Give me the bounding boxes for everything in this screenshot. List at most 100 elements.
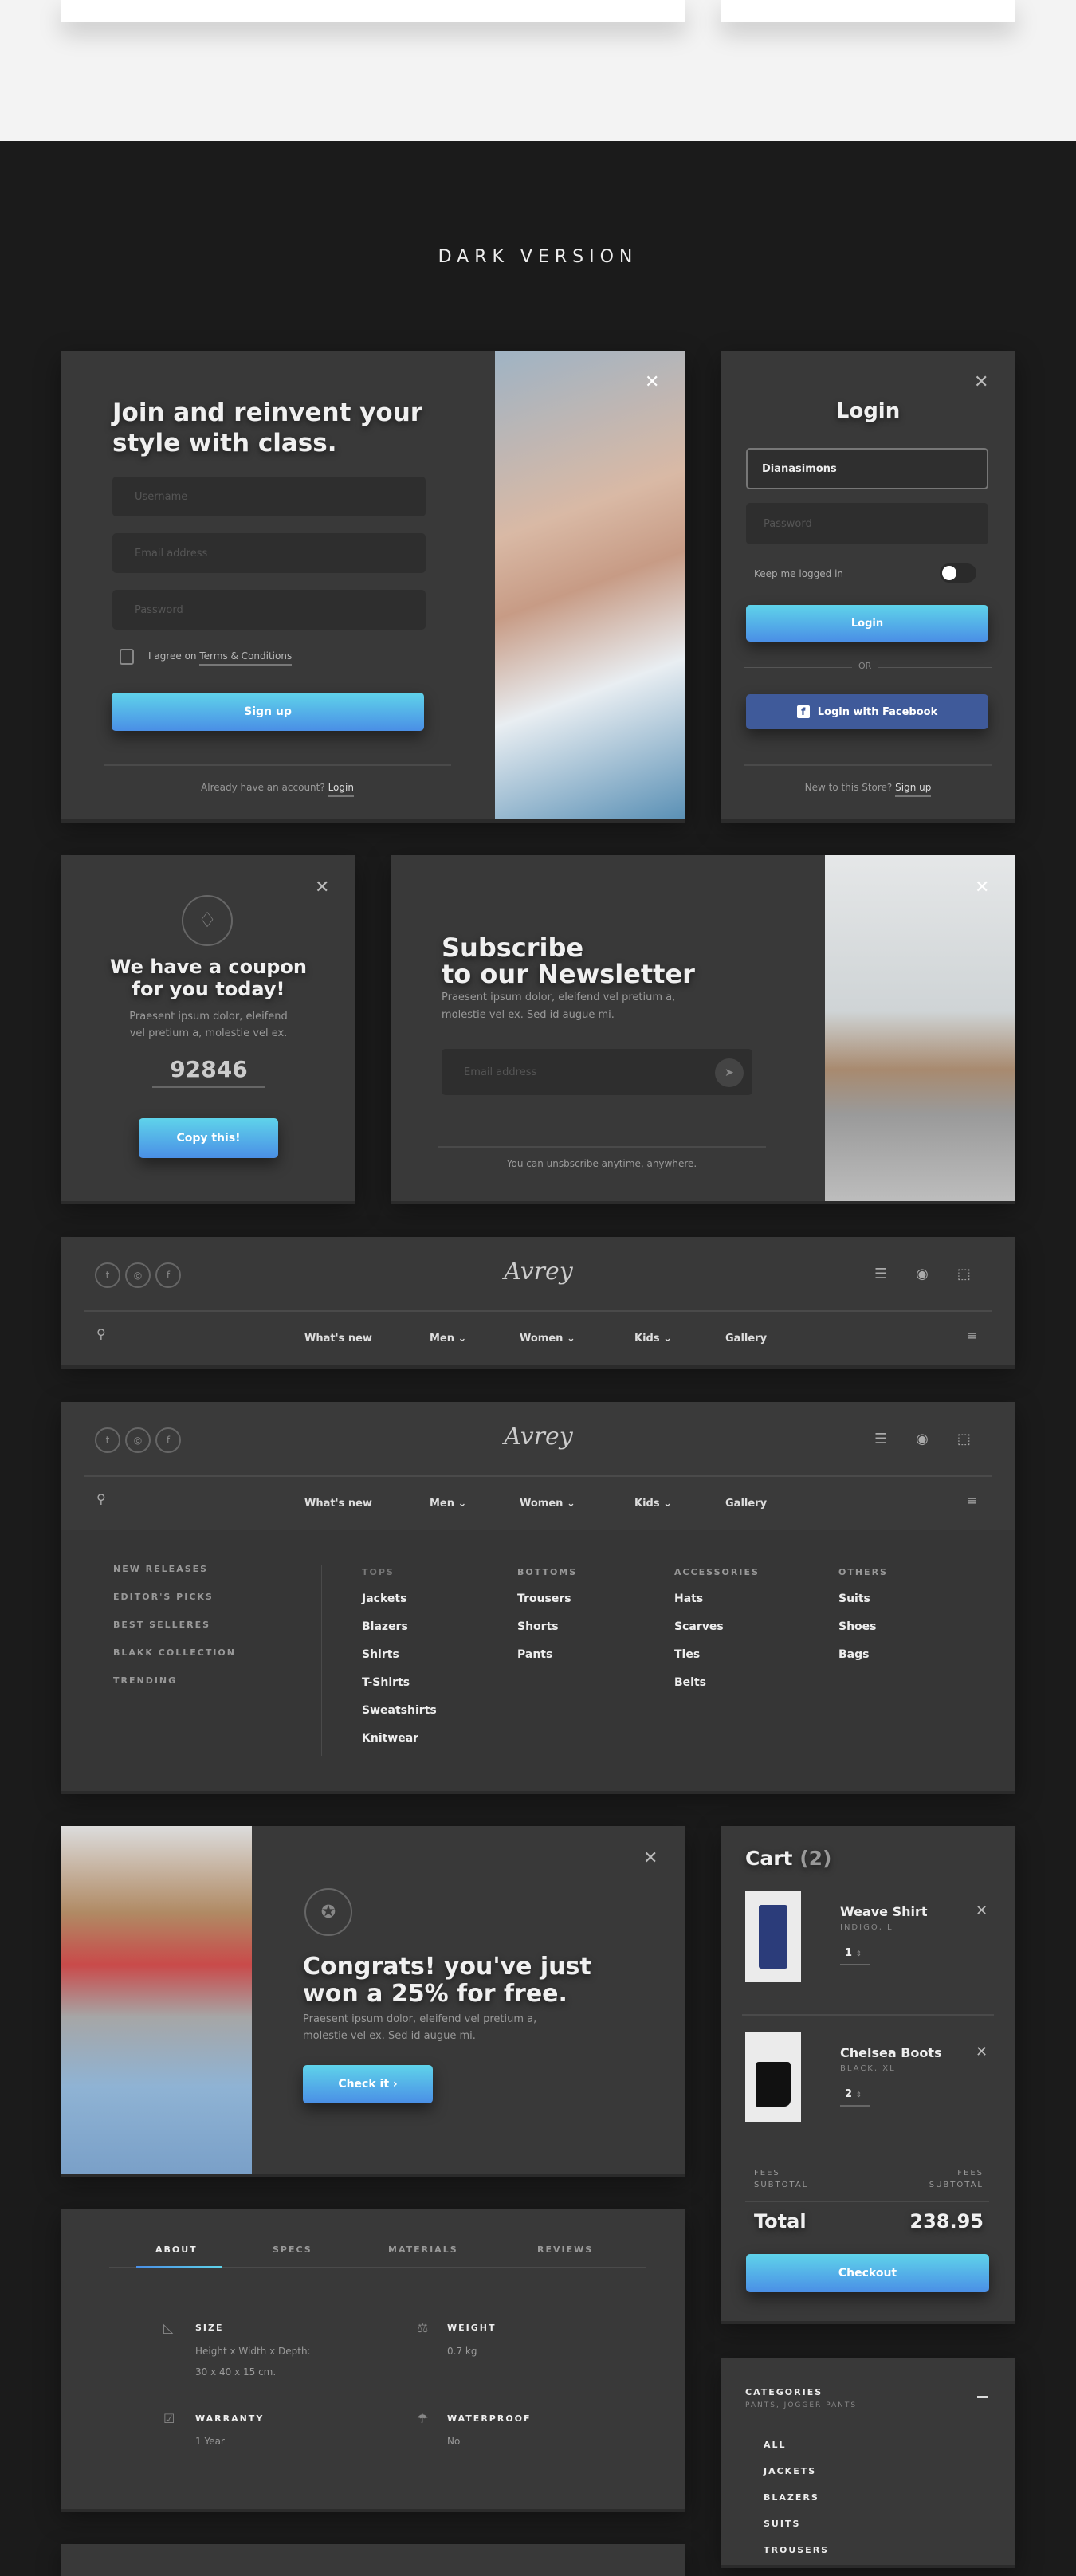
mega-link[interactable]: Bags [838, 1648, 869, 1661]
category-item[interactable]: TROUSERS [764, 2545, 829, 2555]
mega-link[interactable]: Knitwear [362, 1732, 418, 1745]
menu-icon[interactable]: ≡ [967, 1328, 977, 1343]
mega-link[interactable]: Hats [674, 1592, 703, 1605]
check-it-button[interactable]: Check it › [303, 2065, 433, 2103]
mega-link[interactable]: Ties [674, 1648, 700, 1661]
mega-side-link[interactable]: BLAKK COLLECTION [113, 1647, 236, 1658]
mega-link[interactable]: Trousers [517, 1592, 571, 1605]
mega-link[interactable]: Shirts [362, 1648, 399, 1661]
mega-side-link[interactable]: TRENDING [113, 1675, 177, 1686]
tab-reviews[interactable]: REVIEWS [537, 2244, 593, 2255]
spec-value: No [447, 2436, 461, 2447]
mega-link[interactable]: Pants [517, 1648, 552, 1661]
newsletter-email-input[interactable]: Email address [442, 1049, 752, 1095]
mega-link[interactable]: Blazers [362, 1620, 408, 1633]
mega-link[interactable]: Sweatshirts [362, 1704, 437, 1717]
wishlist-icon[interactable]: ☰ [874, 1266, 887, 1282]
nav-item-women[interactable]: Women ⌄ [520, 1498, 575, 1510]
mega-side-link[interactable]: BEST SELLERES [113, 1620, 210, 1630]
remove-item-icon[interactable]: ✕ [976, 1904, 988, 1918]
search-icon[interactable]: ⚲ [96, 1491, 106, 1506]
nav-item-kids[interactable]: Kids ⌄ [634, 1333, 672, 1345]
brand-logo[interactable]: Avrey [61, 1423, 1015, 1451]
nav-item-whats-new[interactable]: What's new [304, 1333, 372, 1345]
login-title: Login [835, 399, 901, 423]
close-icon[interactable]: ✕ [975, 879, 989, 897]
close-icon[interactable]: ✕ [974, 374, 988, 391]
tab-specs[interactable]: SPECS [273, 2244, 312, 2255]
congrats-title: Congrats! you've just won a 25% for free. [303, 1953, 591, 2008]
mega-link[interactable]: T-Shirts [362, 1676, 410, 1689]
signup-button[interactable]: Sign up [112, 693, 424, 731]
keep-logged-toggle[interactable] [940, 564, 976, 583]
nav-item-gallery[interactable]: Gallery [725, 1333, 767, 1345]
nav-item-kids[interactable]: Kids ⌄ [634, 1498, 672, 1510]
menu-icon[interactable]: ≡ [967, 1493, 977, 1508]
category-item[interactable]: BLAZERS [764, 2492, 819, 2503]
login-link[interactable]: Login [328, 782, 354, 797]
search-icon[interactable]: ⚲ [96, 1326, 106, 1341]
header-actions: ☰ ◉ ⬚ [874, 1266, 971, 1282]
username-input[interactable]: Dianasimons [746, 448, 988, 489]
quantity-stepper[interactable]: 1 ⇕ [840, 1947, 870, 1965]
mega-link[interactable]: Shorts [517, 1620, 559, 1633]
account-icon[interactable]: ◉ [916, 1431, 929, 1447]
password-input[interactable]: Password [112, 590, 426, 630]
terms-link[interactable]: Terms & Conditions [199, 650, 293, 666]
coupon-body: Praesent ipsum dolor, eleifend vel pretiu… [129, 1011, 288, 1039]
mega-link[interactable]: Shoes [838, 1620, 877, 1633]
facebook-login-button[interactable]: f Login with Facebook [746, 694, 988, 729]
nav-item-women[interactable]: Women ⌄ [520, 1333, 575, 1345]
category-item[interactable]: JACKETS [764, 2466, 816, 2476]
nav-item-whats-new[interactable]: What's new [304, 1498, 372, 1510]
weight-icon: ⚖ [417, 2320, 429, 2335]
close-icon[interactable]: ✕ [643, 1850, 658, 1867]
login-button[interactable]: Login [746, 605, 988, 642]
mega-side-link[interactable]: EDITOR'S PICKS [113, 1592, 214, 1602]
username-input[interactable]: Username [112, 477, 426, 516]
nav-item-men[interactable]: Men ⌄ [430, 1498, 466, 1510]
cart-item-image [745, 2032, 801, 2122]
close-icon[interactable]: ✕ [645, 374, 659, 391]
send-icon[interactable]: ➤ [715, 1058, 744, 1087]
email-input[interactable]: Email address [112, 533, 426, 573]
wishlist-icon[interactable]: ☰ [874, 1431, 887, 1447]
quantity-stepper[interactable]: 2 ⇕ [840, 2088, 870, 2107]
signup-title: Join and reinvent your style with class. [112, 399, 423, 457]
mega-side-link[interactable]: NEW RELEASES [113, 1564, 208, 1574]
divider [321, 1565, 322, 1756]
copy-button[interactable]: Copy this! [139, 1118, 278, 1158]
nav-item-men[interactable]: Men ⌄ [430, 1333, 466, 1345]
bag-icon[interactable]: ⬚ [957, 1431, 971, 1447]
mega-link[interactable]: Jackets [362, 1592, 406, 1605]
checkout-button[interactable]: Checkout [746, 2254, 989, 2292]
agree-checkbox[interactable] [120, 649, 134, 665]
signup-modal: Join and reinvent your style with class. … [61, 351, 685, 819]
mega-link[interactable]: Scarves [674, 1620, 724, 1633]
site-header: t ◎ f Avrey ☰ ◉ ⬚ ⚲ What's new Men ⌄ Women… [61, 1237, 1015, 1365]
warranty-icon: ☑ [163, 2411, 175, 2426]
category-item[interactable]: ALL [764, 2440, 787, 2450]
mega-link[interactable]: Suits [838, 1592, 870, 1605]
remove-item-icon[interactable]: ✕ [976, 2045, 988, 2060]
divider [742, 2014, 994, 2016]
coupon-code[interactable]: 92846 [152, 1056, 265, 1088]
brand-logo[interactable]: Avrey [61, 1258, 1015, 1286]
password-input[interactable]: Password [746, 503, 988, 544]
cart-panel: Cart (2) Weave Shirt INDIGO, L 1 ⇕ ✕ Che… [721, 1826, 1015, 2321]
close-icon[interactable]: ✕ [315, 879, 329, 897]
tab-materials[interactable]: MATERIALS [388, 2244, 458, 2255]
tab-about[interactable]: ABOUT [155, 2244, 198, 2255]
category-item[interactable]: SUITS [764, 2519, 800, 2529]
total-label: Total [754, 2210, 807, 2232]
mega-link[interactable]: Belts [674, 1676, 706, 1689]
account-icon[interactable]: ◉ [916, 1266, 929, 1282]
divider [438, 1146, 766, 1148]
bag-icon[interactable]: ⬚ [957, 1266, 971, 1282]
active-tab-indicator [136, 2266, 222, 2268]
collapse-icon[interactable] [977, 2396, 988, 2398]
categories-title[interactable]: CATEGORIES [745, 2387, 823, 2397]
coupon-modal: ✕ ♢ We have a coupon for you today! Praes… [61, 855, 355, 1201]
signup-link[interactable]: Sign up [895, 782, 932, 797]
nav-item-gallery[interactable]: Gallery [725, 1498, 767, 1510]
